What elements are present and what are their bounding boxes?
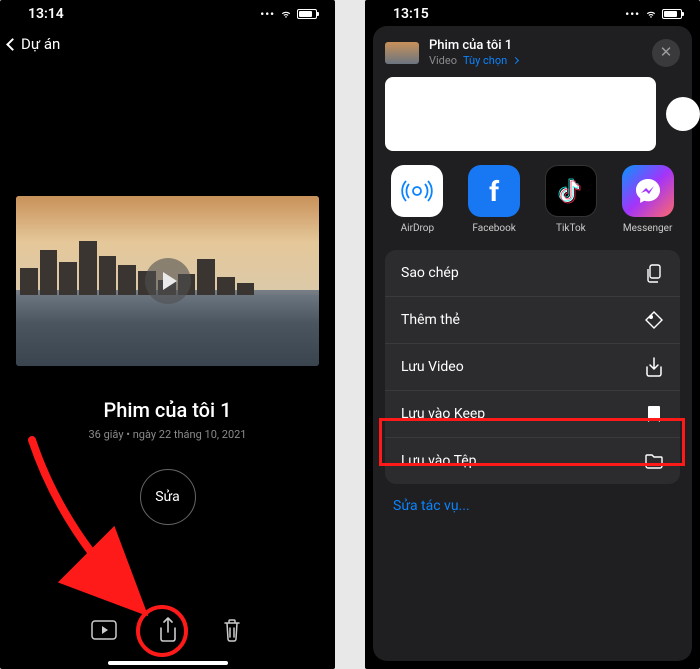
video-preview[interactable]	[385, 77, 656, 151]
cellular-icon: •••	[625, 8, 640, 21]
cellular-icon: •••	[260, 8, 275, 21]
app-label: Messenger	[623, 223, 673, 234]
copy-icon	[644, 263, 664, 283]
action-copy[interactable]: Sao chép	[385, 250, 680, 297]
airdrop-icon	[391, 165, 443, 217]
phone-right-share-sheet: 13:15 ••• Phim của tôi 1 Video Tùy chọn …	[365, 0, 700, 669]
status-icons: •••	[625, 8, 682, 21]
app-messenger[interactable]: Messenger	[609, 165, 686, 234]
wifi-icon	[644, 9, 658, 19]
play-outline-button[interactable]	[91, 619, 117, 641]
bookmark-icon	[644, 404, 664, 424]
play-button[interactable]	[145, 258, 191, 304]
sheet-type: Video	[429, 54, 457, 67]
battery-icon	[662, 9, 682, 19]
sheet-options-link: Tùy chọn	[463, 54, 507, 67]
apps-row: AirDrop f Facebook TikTok Messenger	[373, 165, 692, 250]
play-icon	[163, 272, 177, 290]
chevron-left-icon	[6, 38, 19, 51]
sheet-header: Phim của tôi 1 Video Tùy chọn ✕	[373, 34, 692, 77]
status-time: 13:14	[28, 6, 64, 22]
edit-actions-link[interactable]: Sửa tác vụ...	[373, 484, 692, 528]
sheet-thumbnail	[385, 42, 419, 64]
save-down-icon	[644, 357, 664, 377]
wifi-icon	[279, 9, 293, 19]
messenger-icon	[622, 165, 674, 217]
app-label: AirDrop	[401, 223, 435, 234]
edit-label: Sửa	[155, 489, 180, 505]
action-list: Sao chép Thêm thẻ Lưu Video Lưu vào Keep	[385, 250, 680, 484]
nav-bar: Dự án	[0, 28, 335, 60]
action-label: Lưu Video	[401, 359, 464, 375]
app-airdrop[interactable]: AirDrop	[379, 165, 456, 234]
action-label: Sao chép	[401, 265, 459, 281]
action-label: Thêm thẻ	[401, 312, 460, 328]
contact-suggestion[interactable]	[666, 97, 700, 131]
phone-left-project-detail: 13:14 ••• Dự án Phim của tôi 1 36 giây •…	[0, 0, 335, 669]
video-thumbnail[interactable]	[16, 196, 319, 366]
sheet-title: Phim của tôi 1	[429, 38, 642, 53]
status-bar: 13:15 •••	[365, 0, 700, 28]
sheet-subtitle[interactable]: Video Tùy chọn	[429, 54, 642, 67]
tag-icon	[644, 310, 664, 330]
app-tiktok[interactable]: TikTok	[533, 165, 610, 234]
battery-icon	[297, 9, 317, 19]
project-meta: 36 giây • ngày 22 tháng 10, 2021	[0, 428, 335, 441]
project-title: Phim của tôi 1	[0, 398, 335, 422]
home-indicator[interactable]	[108, 661, 228, 665]
action-label: Lưu vào Keep	[401, 406, 485, 422]
action-save-video[interactable]: Lưu Video	[385, 344, 680, 391]
status-time: 13:15	[393, 6, 429, 22]
share-sheet: Phim của tôi 1 Video Tùy chọn ✕ AirDrop	[373, 26, 692, 661]
app-label: Facebook	[472, 223, 515, 234]
action-save-keep[interactable]: Lưu vào Keep	[385, 391, 680, 438]
delete-button[interactable]	[219, 619, 245, 641]
close-button[interactable]: ✕	[652, 39, 680, 67]
bottom-toolbar	[0, 605, 335, 655]
facebook-icon: f	[468, 165, 520, 217]
preview-row	[373, 77, 692, 165]
action-label: Lưu vào Tệp	[401, 453, 477, 469]
close-icon: ✕	[660, 45, 673, 60]
status-icons: •••	[260, 8, 317, 21]
action-add-tag[interactable]: Thêm thẻ	[385, 297, 680, 344]
back-button[interactable]: Dự án	[8, 35, 60, 53]
chevron-right-icon	[512, 57, 519, 64]
share-button[interactable]	[155, 619, 181, 641]
action-save-files[interactable]: Lưu vào Tệp	[385, 438, 680, 484]
status-bar: 13:14 •••	[0, 0, 335, 28]
edit-button[interactable]: Sửa	[140, 469, 196, 525]
app-facebook[interactable]: f Facebook	[456, 165, 533, 234]
back-label: Dự án	[21, 35, 60, 53]
folder-icon	[644, 451, 664, 471]
tiktok-icon	[545, 165, 597, 217]
app-label: TikTok	[556, 223, 586, 234]
